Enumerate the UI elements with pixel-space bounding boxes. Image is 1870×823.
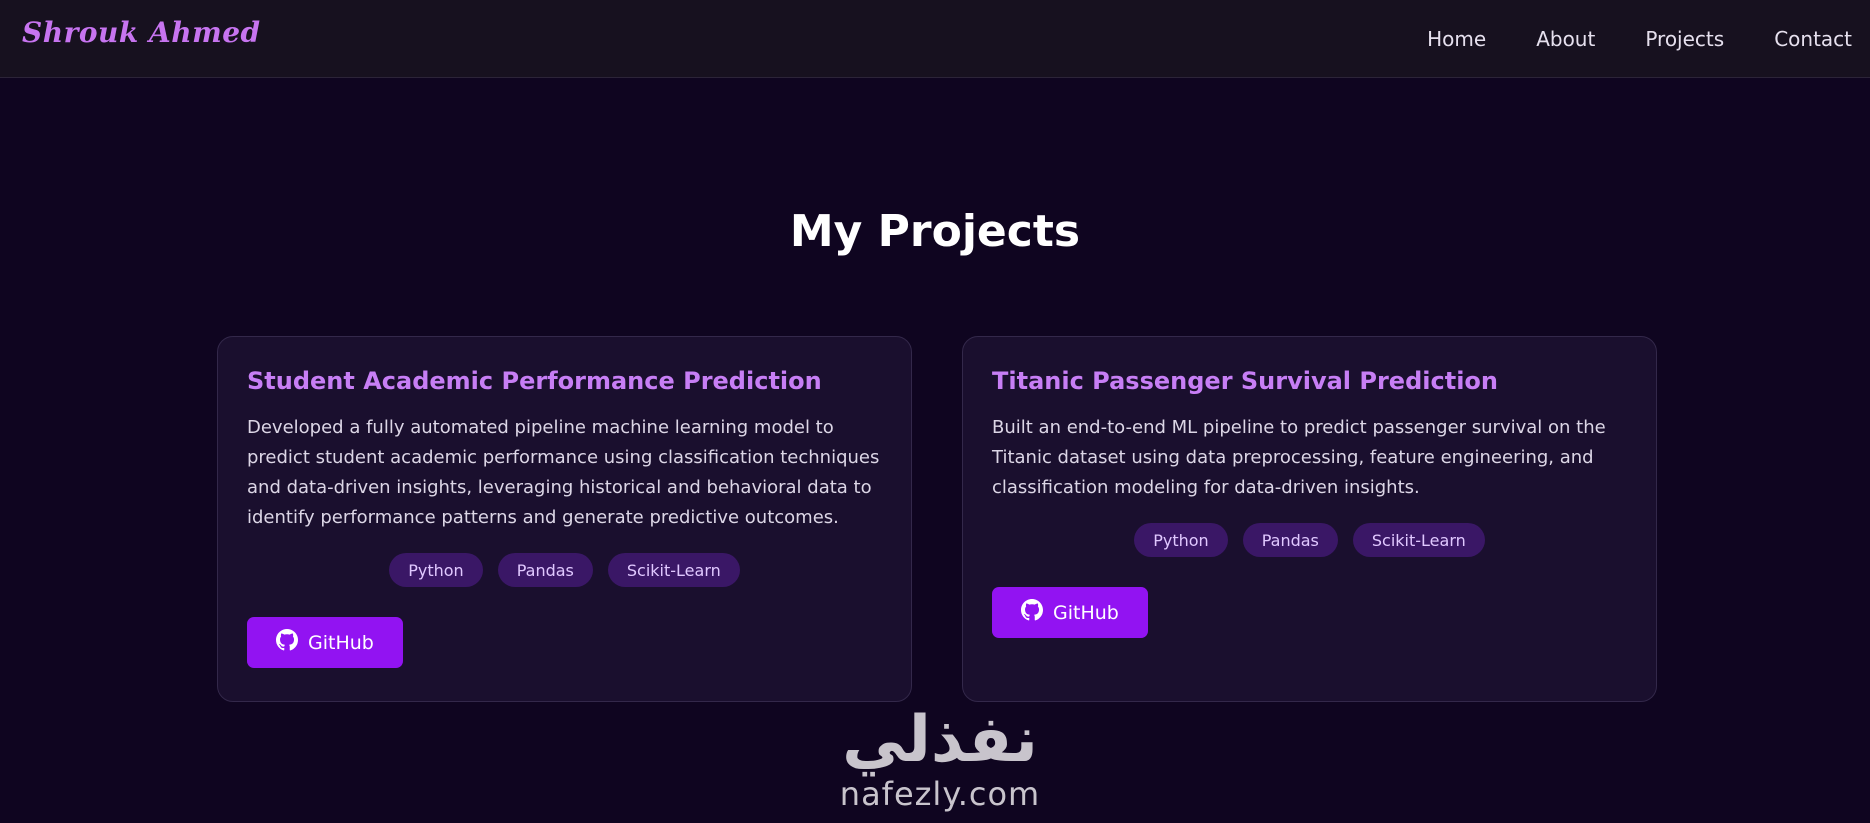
project-card-student-performance: Student Academic Performance Prediction … bbox=[217, 336, 912, 702]
tag-scikit-learn: Scikit-Learn bbox=[1352, 523, 1485, 557]
page-title: My Projects bbox=[789, 206, 1081, 257]
project-card-titanic: Titanic Passenger Survival Prediction Bu… bbox=[962, 336, 1657, 702]
project-description: Built an end-to-end ML pipeline to predi… bbox=[992, 417, 1606, 498]
github-button-label: GitHub bbox=[308, 631, 374, 654]
nav-projects[interactable]: Projects bbox=[1645, 27, 1724, 51]
watermark: نفذلي nafezly.com bbox=[820, 704, 1060, 823]
github-icon bbox=[276, 629, 298, 656]
watermark-arabic: نفذلي bbox=[842, 703, 1038, 777]
github-button[interactable]: GitHub bbox=[992, 587, 1148, 638]
tag-list: Python Pandas Scikit-Learn bbox=[247, 553, 882, 587]
github-icon bbox=[1021, 599, 1043, 626]
project-title: Titanic Passenger Survival Prediction bbox=[992, 367, 1498, 395]
tag-python: Python bbox=[389, 553, 483, 587]
logo[interactable]: Shrouk Ahmed bbox=[22, 16, 261, 49]
nav-about[interactable]: About bbox=[1536, 27, 1595, 51]
project-title: Student Academic Performance Prediction bbox=[247, 367, 822, 395]
nav-contact[interactable]: Contact bbox=[1774, 27, 1852, 51]
github-button-label: GitHub bbox=[1053, 601, 1119, 624]
project-description: Developed a fully automated pipeline mac… bbox=[247, 417, 880, 528]
tag-pandas: Pandas bbox=[1242, 523, 1338, 557]
navbar: Shrouk Ahmed Home About Projects Contact bbox=[0, 0, 1870, 78]
tag-python: Python bbox=[1134, 523, 1228, 557]
nav-home[interactable]: Home bbox=[1427, 27, 1486, 51]
tag-list: Python Pandas Scikit-Learn bbox=[992, 523, 1627, 557]
github-button[interactable]: GitHub bbox=[247, 617, 403, 668]
tag-pandas: Pandas bbox=[497, 553, 593, 587]
watermark-latin: nafezly.com bbox=[839, 775, 1041, 813]
nav-links: Home About Projects Contact bbox=[1427, 0, 1852, 78]
tag-scikit-learn: Scikit-Learn bbox=[607, 553, 740, 587]
